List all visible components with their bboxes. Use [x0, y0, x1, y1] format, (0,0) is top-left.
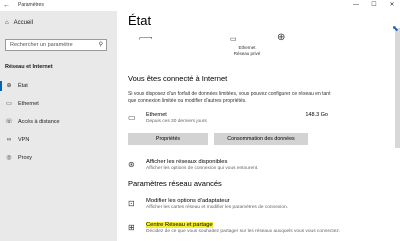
back-arrow-icon[interactable]: ← [3, 0, 10, 11]
network-sharing-icon: ⊞ [128, 223, 135, 232]
ethernet-icon: ▭ [6, 101, 12, 107]
ethernet-icon: ▭ [230, 36, 237, 43]
main-content: État ⌐─¬ ▭ Ethernet Réseau privé ⊕ Vous … [117, 11, 400, 241]
network-diagram: ⌐─¬ ▭ Ethernet Réseau privé ⊕ [117, 32, 400, 69]
option-desc: Décidez de ce que vous souhaitez partage… [146, 229, 341, 234]
globe-icon: ⊕ [6, 83, 12, 89]
connected-text: Si vous disposez d'un forfait de données… [128, 91, 331, 104]
scrollbar[interactable] [395, 28, 400, 148]
sidebar-item-etat[interactable]: ⊕ État [0, 79, 117, 93]
connection-subtitle: Depuis ces 30 derniers jours [146, 119, 207, 124]
search-icon[interactable]: ⚲ [99, 40, 103, 50]
ethernet-icon: ▭ [128, 113, 136, 122]
home-link[interactable]: ⌂ Accueil [5, 20, 33, 26]
window-title: Paramètres [18, 2, 44, 8]
minimize-button[interactable]: — [348, 0, 364, 11]
wifi-icon: ⊛ [128, 160, 135, 169]
option-title: Afficher les réseaux disponibles [146, 159, 228, 165]
connection-row: ▭ Ethernet Depuis ces 30 derniers jours … [128, 112, 328, 130]
sidebar-item-acces-distance[interactable]: ☏ Accès à distance [0, 115, 117, 129]
mouse-cursor-icon: ⬉ [392, 24, 399, 33]
sidebar-item-vpn[interactable]: ∞ VPN [0, 133, 117, 147]
proxy-icon: ◎ [6, 155, 12, 161]
network-label: Ethernet Réseau privé [225, 45, 269, 57]
adapter-icon: ⊡ [128, 199, 135, 208]
active-indicator [0, 81, 2, 91]
sidebar-item-ethernet[interactable]: ▭ Ethernet [0, 97, 117, 111]
option-desc: Afficher les cartes réseau et modifier l… [146, 205, 289, 210]
option-desc: Afficher les options de connexion qui vo… [146, 166, 259, 171]
search-placeholder: Rechercher un paramètre [10, 42, 73, 48]
connected-heading: Vous êtes connecté à Internet [128, 74, 228, 83]
sidebar-item-proxy[interactable]: ◎ Proxy [0, 151, 117, 165]
sidebar-item-label: Ethernet [18, 101, 39, 107]
option-title: Modifier les options d'adaptateur [146, 198, 230, 204]
dialup-icon: ☏ [5, 119, 13, 125]
sidebar: ⌂ Accueil Rechercher un paramètre ⚲ Rése… [0, 11, 117, 241]
data-usage-value: 148.3 Go [305, 112, 328, 118]
internet-globe-icon: ⊕ [277, 32, 286, 43]
close-button[interactable]: ✕ [384, 0, 400, 11]
sidebar-item-label: VPN [18, 137, 30, 143]
sidebar-item-label: Accès à distance [18, 119, 60, 125]
title-bar: ← Paramètres — ☐ ✕ [0, 0, 400, 11]
home-label: Accueil [13, 20, 33, 26]
advanced-heading: Paramètres réseau avancés [128, 179, 222, 188]
search-input[interactable]: Rechercher un paramètre ⚲ [5, 39, 107, 51]
page-title: État [128, 13, 152, 28]
sidebar-section-title: Réseau et Internet [5, 64, 53, 70]
sidebar-item-label: État [18, 83, 28, 89]
home-icon: ⌂ [5, 20, 9, 26]
properties-button[interactable]: Propriétés [128, 133, 208, 145]
maximize-button[interactable]: ☐ [366, 0, 382, 11]
data-usage-button[interactable]: Consommation des données [214, 133, 308, 145]
vpn-icon: ∞ [6, 137, 12, 143]
network-label-line2: Réseau privé [233, 51, 261, 56]
computer-icon: ⌐─¬ [139, 35, 153, 42]
sidebar-item-label: Proxy [18, 155, 33, 161]
connection-name: Ethernet [146, 112, 167, 118]
option-title: Centre Réseau et partage [146, 222, 213, 228]
